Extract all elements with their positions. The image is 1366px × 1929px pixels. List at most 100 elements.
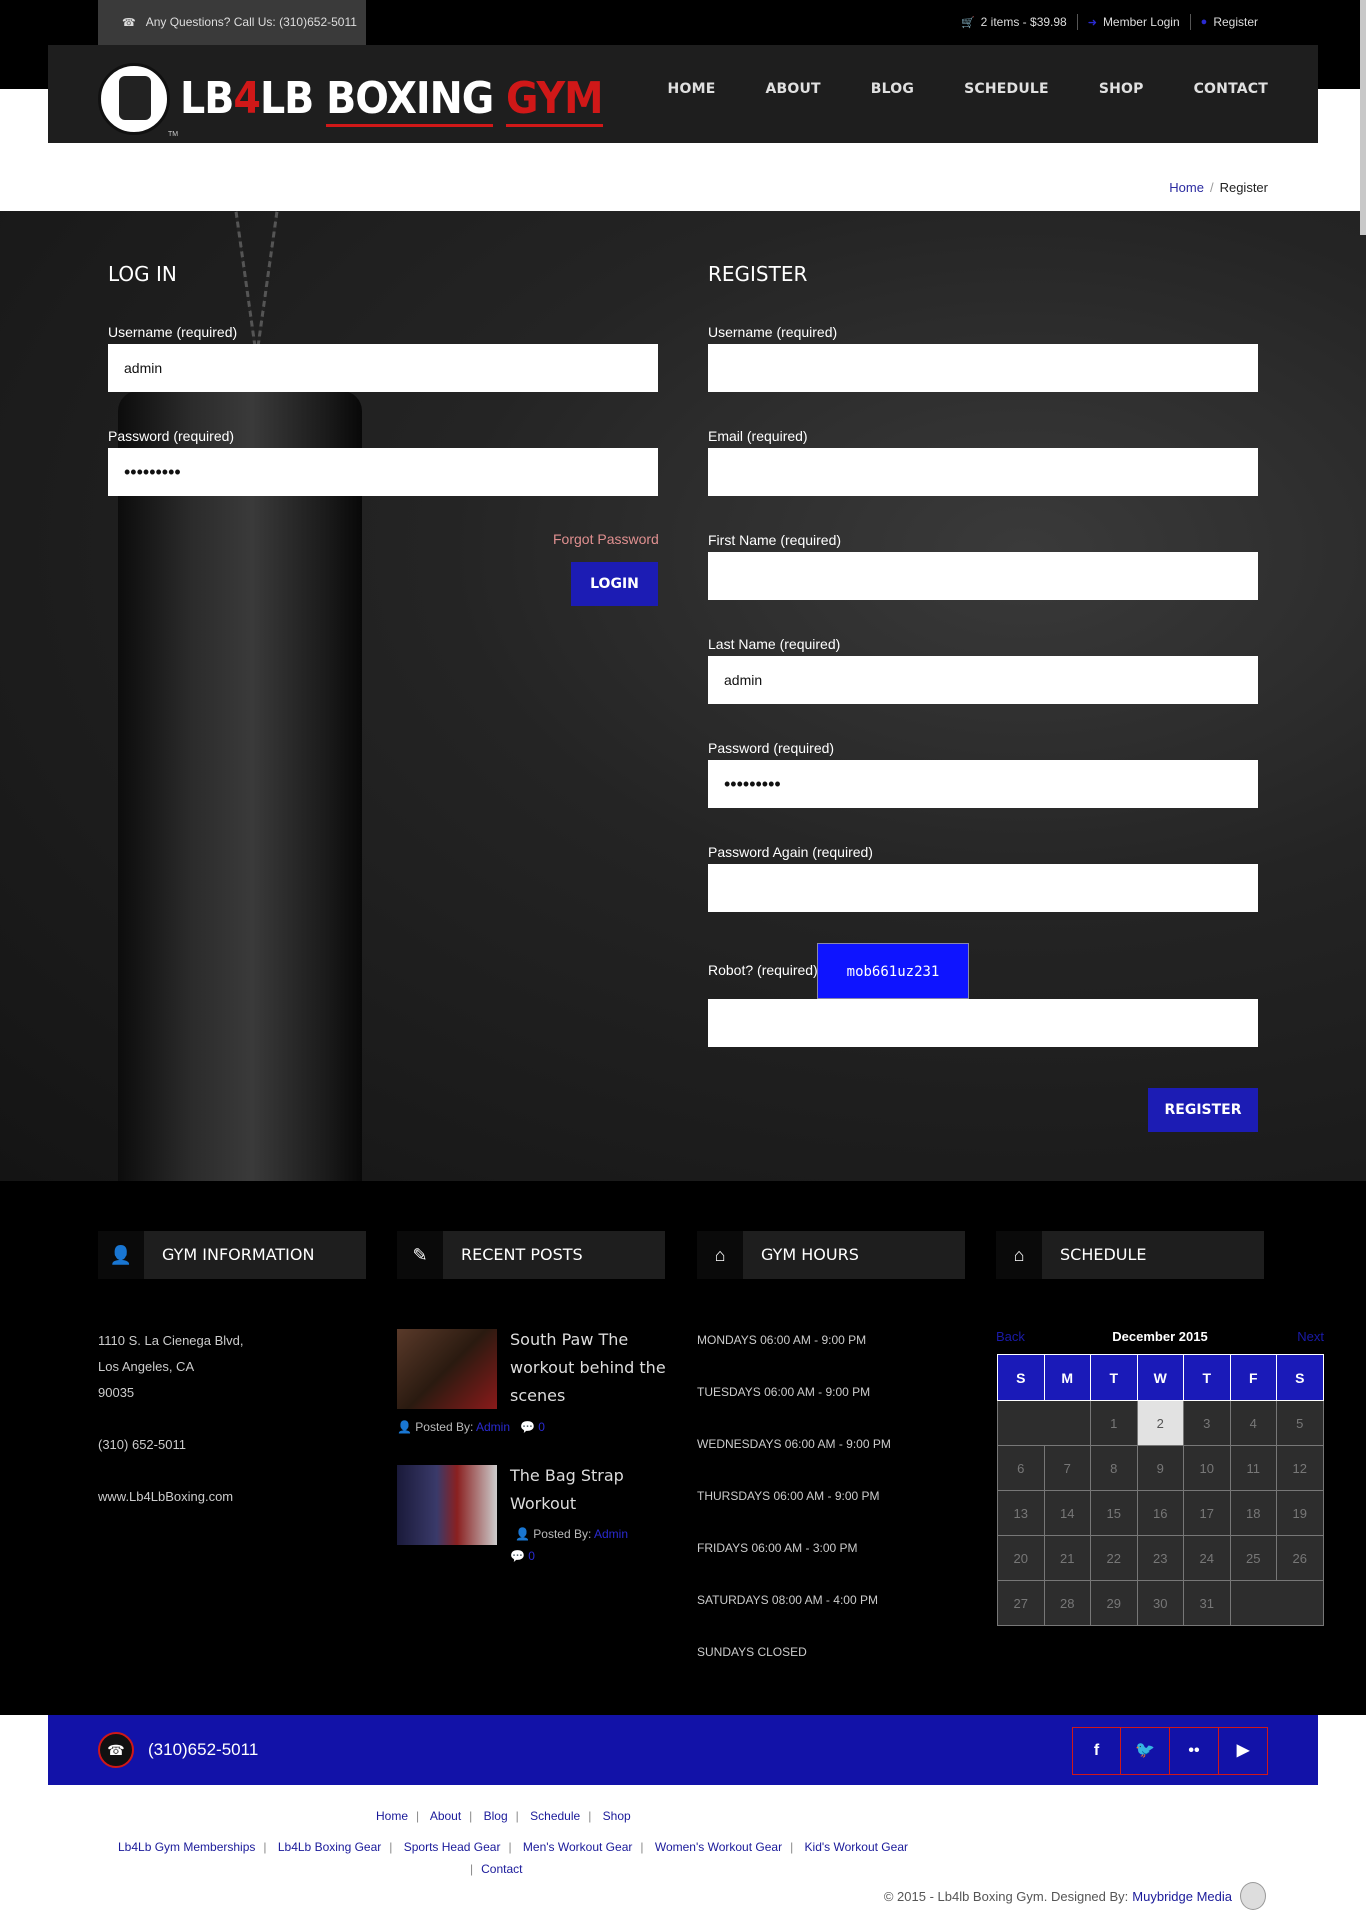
reg-username-input[interactable] (708, 344, 1258, 392)
nav-home[interactable]: HOME (668, 81, 716, 97)
post-author-link[interactable]: Admin (594, 1527, 628, 1541)
footer-link-contact[interactable]: Contact (481, 1862, 522, 1876)
reg-email-label: Email (required) (708, 428, 808, 444)
calendar-day[interactable]: 22 (1090, 1535, 1138, 1581)
reg-firstname-input[interactable] (708, 552, 1258, 600)
footer-link-shop[interactable]: Shop (603, 1809, 631, 1823)
calendar-day[interactable]: 28 (1043, 1580, 1091, 1626)
calendar-day[interactable]: 3 (1183, 1400, 1231, 1446)
address-line-1: 1110 S. La Cienega Blvd, (98, 1333, 244, 1348)
nav-shop[interactable]: SHOP (1099, 81, 1144, 97)
login-username-input[interactable] (108, 344, 658, 392)
footer-link-womens-gear[interactable]: Women's Workout Gear (655, 1840, 782, 1854)
developer-link[interactable]: Muybridge Media (1132, 1889, 1232, 1904)
breadcrumb: Home / Register (1169, 180, 1268, 195)
footer-link-memberships[interactable]: Lb4Lb Gym Memberships (118, 1840, 255, 1854)
footer-link-about[interactable]: About (430, 1809, 461, 1823)
register-link[interactable]: Register (1213, 15, 1258, 29)
footer-link-head-gear[interactable]: Sports Head Gear (404, 1840, 501, 1854)
calendar-weekday-row: SMTWTFS (997, 1354, 1324, 1401)
calendar-day[interactable]: 16 (1136, 1490, 1184, 1536)
reg-robot-label: Robot? (required) (708, 962, 818, 978)
reg-email-input[interactable] (708, 448, 1258, 496)
calendar-day[interactable]: 31 (1183, 1580, 1231, 1626)
youtube-icon[interactable]: ▶ (1219, 1727, 1268, 1775)
forgot-password-link[interactable]: Forgot Password (553, 531, 659, 547)
footer-link-boxing-gear[interactable]: Lb4Lb Boxing Gear (278, 1840, 381, 1854)
site-logo[interactable]: TM LB4LB BOXING GYM (98, 63, 604, 138)
login-button[interactable]: LOGIN (571, 562, 658, 606)
calendar-day[interactable]: 9 (1136, 1445, 1184, 1491)
calendar-day[interactable]: 20 (997, 1535, 1045, 1581)
calendar-day[interactable]: 4 (1229, 1400, 1277, 1446)
home-icon: ⌂ (697, 1231, 743, 1279)
calendar-day[interactable]: 29 (1090, 1580, 1138, 1626)
info-website[interactable]: www.Lb4LbBoxing.com (98, 1489, 233, 1504)
comment-count[interactable]: 0 (528, 1549, 535, 1563)
footer-link-kids-gear[interactable]: Kid's Workout Gear (805, 1840, 908, 1854)
footer-link-blog[interactable]: Blog (484, 1809, 508, 1823)
cart-link[interactable]: 2 items - $39.98 (981, 15, 1067, 29)
calendar-day[interactable]: 13 (997, 1490, 1045, 1536)
reg-lastname-input[interactable] (708, 656, 1258, 704)
post-author-link[interactable]: Admin (476, 1420, 510, 1434)
calendar-day[interactable]: 12 (1276, 1445, 1324, 1491)
footer-link-schedule[interactable]: Schedule (530, 1809, 580, 1823)
hours-row: MONDAYS 06:00 AM - 9:00 PM (697, 1333, 867, 1347)
member-login-link[interactable]: Member Login (1103, 15, 1180, 29)
calendar-day[interactable]: 10 (1183, 1445, 1231, 1491)
captcha-input[interactable] (708, 999, 1258, 1047)
page-scrollbar[interactable] (1360, 0, 1366, 235)
calendar-day[interactable]: 15 (1090, 1490, 1138, 1536)
reg-lastname-label: Last Name (required) (708, 636, 841, 652)
nav-blog[interactable]: BLOG (871, 81, 914, 97)
calendar-day[interactable]: 7 (1043, 1445, 1091, 1491)
post-title[interactable]: The Bag Strap Workout (510, 1462, 624, 1518)
calendar-day[interactable]: 2 (1136, 1400, 1184, 1446)
calendar-day[interactable]: 23 (1136, 1535, 1184, 1581)
footer-link-mens-gear[interactable]: Men's Workout Gear (523, 1840, 632, 1854)
calendar-day[interactable]: 1 (1090, 1400, 1138, 1446)
footer-link-home[interactable]: Home (376, 1809, 408, 1823)
flickr-icon[interactable]: •• (1170, 1727, 1219, 1775)
calendar-day[interactable]: 27 (997, 1580, 1045, 1626)
reg-password-input[interactable] (708, 760, 1258, 808)
twitter-icon[interactable]: 🐦 (1121, 1727, 1170, 1775)
calendar-day[interactable]: 14 (1043, 1490, 1091, 1536)
calendar-weekday: S (1276, 1354, 1324, 1401)
login-password-input[interactable] (108, 448, 658, 496)
posted-by-label: Posted By: (533, 1527, 592, 1541)
breadcrumb-home[interactable]: Home (1169, 180, 1204, 195)
post-thumbnail[interactable] (397, 1329, 497, 1409)
call-us-box: ☎ Any Questions? Call Us: (310)652-5011 (98, 0, 366, 45)
calendar-next-link[interactable]: Next (1297, 1329, 1324, 1344)
calendar-day[interactable]: 5 (1276, 1400, 1324, 1446)
nav-schedule[interactable]: SCHEDULE (964, 81, 1049, 97)
post-thumbnail[interactable] (397, 1465, 497, 1545)
nav-contact[interactable]: CONTACT (1194, 81, 1268, 97)
calendar-day[interactable]: 19 (1276, 1490, 1324, 1536)
calendar-day[interactable]: 26 (1276, 1535, 1324, 1581)
post-title[interactable]: South Paw The workout behind the scenes (510, 1326, 666, 1410)
site-header: TM LB4LB BOXING GYM HOME ABOUT BLOG SCHE… (48, 45, 1318, 143)
recent-posts-header: ✎ RECENT POSTS (397, 1231, 665, 1279)
calendar-day[interactable]: 30 (1136, 1580, 1184, 1626)
nav-about[interactable]: ABOUT (765, 81, 820, 97)
calendar-day[interactable]: 17 (1183, 1490, 1231, 1536)
phone-icon: ☎ (98, 1732, 134, 1768)
reg-password-again-label: Password Again (required) (708, 844, 873, 860)
calendar-day[interactable]: 24 (1183, 1535, 1231, 1581)
posted-by-label: Posted By: (415, 1420, 474, 1434)
calendar-day[interactable]: 18 (1229, 1490, 1277, 1536)
calendar-day[interactable]: 21 (1043, 1535, 1091, 1581)
register-button[interactable]: REGISTER (1148, 1088, 1258, 1132)
reg-password-again-input[interactable] (708, 864, 1258, 912)
facebook-icon[interactable]: f (1072, 1727, 1121, 1775)
calendar-day[interactable]: 11 (1229, 1445, 1277, 1491)
calendar-day[interactable]: 6 (997, 1445, 1045, 1491)
calendar-day[interactable]: 8 (1090, 1445, 1138, 1491)
contact-phone[interactable]: (310)652-5011 (148, 1740, 258, 1760)
edit-icon: ✎ (397, 1231, 443, 1279)
calendar-day[interactable]: 25 (1229, 1535, 1277, 1581)
comment-count[interactable]: 0 (538, 1420, 545, 1434)
